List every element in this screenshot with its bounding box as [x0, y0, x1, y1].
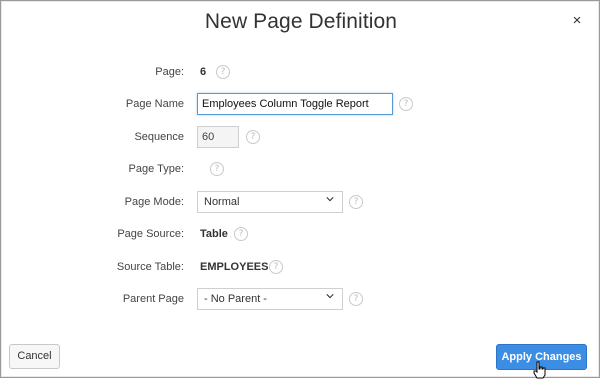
page-mode-row: Page Mode: Normal ? — [1, 191, 600, 213]
chevron-down-icon — [326, 197, 334, 202]
page-name-row: Page Name ? — [1, 93, 600, 115]
page-type-help-icon[interactable]: ? — [210, 162, 224, 176]
page-type-row: Page Type: ? — [1, 158, 600, 180]
source-table-help-icon[interactable]: ? — [269, 260, 283, 274]
page-row: Page: 6 ? — [1, 61, 600, 83]
page-name-input[interactable] — [197, 93, 393, 115]
parent-page-row: Parent Page - No Parent - ? — [1, 288, 600, 310]
new-page-definition-dialog: New Page Definition × Page: 6 ? Page Nam… — [0, 0, 600, 379]
source-table-label: Source Table: — [116, 261, 184, 273]
page-help-icon[interactable]: ? — [216, 65, 230, 79]
page-name-label: Page Name — [125, 98, 184, 110]
page-type-label: Page Type: — [128, 163, 184, 175]
sequence-label: Sequence — [134, 131, 184, 143]
page-source-help-icon[interactable]: ? — [234, 227, 248, 241]
source-table-value: EMPLOYEES — [200, 261, 269, 273]
parent-page-help-icon[interactable]: ? — [349, 292, 363, 306]
page-value: 6 — [200, 66, 207, 78]
page-mode-help-icon[interactable]: ? — [349, 195, 363, 209]
cancel-button[interactable]: Cancel — [9, 344, 60, 369]
source-table-row: Source Table: EMPLOYEES ? — [1, 256, 600, 278]
page-mode-label: Page Mode: — [124, 196, 184, 208]
page-source-label: Page Source: — [117, 228, 184, 240]
parent-page-selected: - No Parent - — [204, 293, 267, 305]
page-label: Page: — [155, 66, 184, 78]
parent-page-select[interactable]: - No Parent - — [197, 288, 343, 310]
page-mode-select[interactable]: Normal — [197, 191, 343, 213]
parent-page-label: Parent Page — [122, 293, 184, 305]
dialog-title: New Page Definition — [204, 10, 398, 33]
chevron-down-icon — [326, 294, 334, 299]
sequence-help-icon[interactable]: ? — [246, 130, 260, 144]
hand-cursor-icon — [533, 361, 546, 379]
page-source-row: Page Source: Table ? — [1, 223, 600, 245]
sequence-input[interactable] — [197, 126, 239, 148]
page-name-help-icon[interactable]: ? — [399, 97, 413, 111]
page-mode-selected: Normal — [204, 196, 240, 208]
close-icon[interactable]: × — [569, 13, 585, 29]
sequence-row: Sequence ? — [1, 126, 600, 148]
page-source-value: Table — [200, 228, 228, 240]
